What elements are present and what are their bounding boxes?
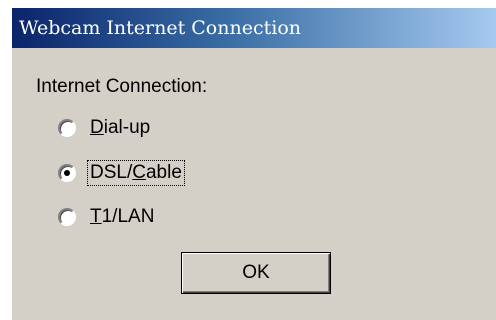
radio-selected-dot bbox=[64, 170, 70, 176]
radio-label-dial-up-accel: D bbox=[90, 117, 104, 138]
radio-label-dial-up-post: ial-up bbox=[103, 117, 151, 138]
radio-label-dsl-cable-pre: DSL/ bbox=[90, 162, 133, 183]
dialog-window: Webcam Internet Connection Internet Conn… bbox=[11, 7, 496, 320]
radio-label-t1-lan-post: 1/LAN bbox=[101, 206, 155, 227]
radio-label-dial-up[interactable]: Dial-up bbox=[88, 116, 152, 140]
radio-label-dsl-cable-post: able bbox=[145, 162, 182, 183]
ok-button[interactable]: OK bbox=[181, 252, 331, 294]
internet-connection-label: Internet Connection: bbox=[36, 76, 208, 97]
radio-button-t1-lan[interactable] bbox=[58, 208, 76, 226]
title-bar[interactable]: Webcam Internet Connection bbox=[12, 8, 496, 48]
radio-label-dsl-cable[interactable]: DSL/Cable bbox=[87, 160, 185, 186]
radio-option-dial-up[interactable]: Dial-up bbox=[58, 115, 152, 141]
radio-label-dsl-cable-accel: C bbox=[132, 162, 146, 183]
radio-option-dsl-cable[interactable]: DSL/Cable bbox=[58, 160, 185, 186]
radio-label-t1-lan[interactable]: T1/LAN bbox=[88, 205, 156, 229]
window-title: Webcam Internet Connection bbox=[19, 17, 301, 39]
radio-button-dial-up[interactable] bbox=[58, 119, 76, 137]
radio-label-t1-lan-accel: T bbox=[90, 206, 102, 227]
radio-option-t1-lan[interactable]: T1/LAN bbox=[58, 204, 156, 230]
radio-button-dsl-cable[interactable] bbox=[58, 164, 76, 182]
